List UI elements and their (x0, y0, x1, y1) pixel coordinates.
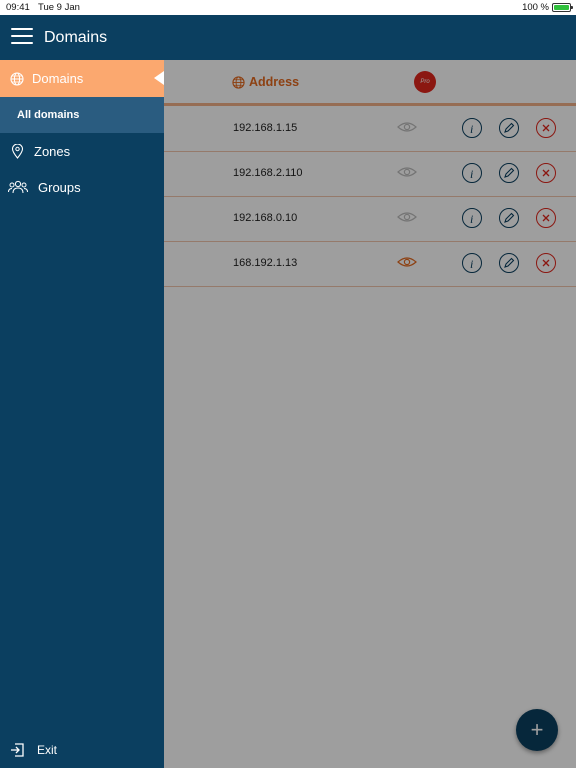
hamburger-menu-icon[interactable] (11, 28, 33, 46)
selected-indicator-icon (154, 71, 164, 85)
drawer-item-label: Groups (38, 179, 81, 195)
battery-icon (552, 3, 573, 12)
drawer-scrim[interactable] (164, 60, 576, 768)
drawer-item-groups[interactable]: Groups (0, 169, 164, 205)
drawer-item-zones[interactable]: Zones (0, 133, 164, 169)
globe-icon (10, 71, 24, 86)
status-time: 09:41 (6, 2, 30, 13)
exit-icon (10, 743, 24, 757)
drawer-subitem-all-domains[interactable]: All domains (0, 97, 164, 133)
status-date: Tue 9 Jan (38, 2, 80, 13)
battery-percentage: 100 % (522, 2, 549, 13)
exit-button[interactable]: Exit (0, 732, 164, 768)
exit-label: Exit (37, 743, 58, 757)
app-header: Domains (0, 15, 576, 60)
drawer-item-label: Zones (34, 143, 71, 159)
status-bar: 09:41 Tue 9 Jan 100 % (0, 0, 576, 15)
drawer-item-label: Domains (32, 71, 84, 86)
page-title: Domains (44, 29, 108, 46)
navigation-drawer: Domains All domains Zones Groups Exit (0, 60, 164, 768)
drawer-item-domains[interactable]: Domains (0, 60, 164, 97)
group-icon (8, 180, 28, 194)
location-pin-icon (11, 143, 24, 159)
